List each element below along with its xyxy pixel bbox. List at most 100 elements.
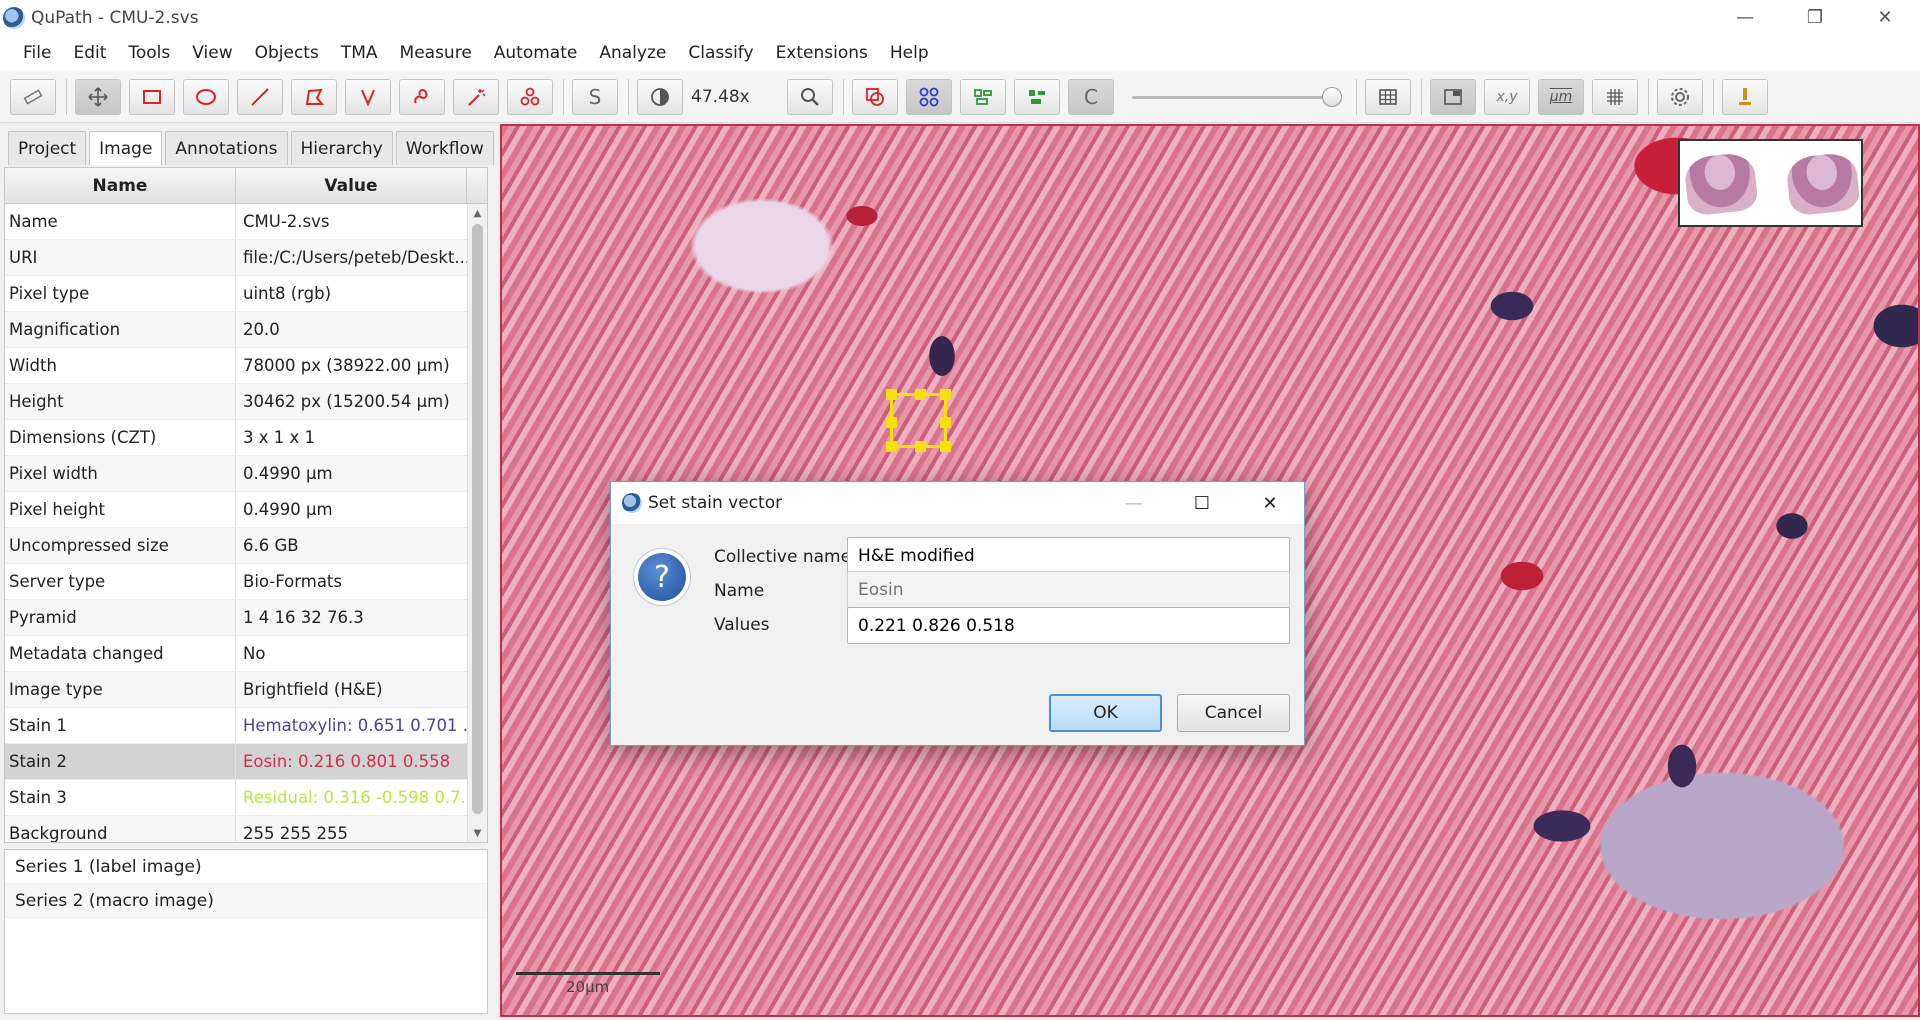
menu-analyze[interactable]: Analyze — [588, 43, 677, 63]
menu-objects[interactable]: Objects — [244, 43, 330, 63]
fill-detections-button[interactable] — [1014, 78, 1060, 115]
table-scrollbar[interactable]: ▲ ▼ — [467, 204, 487, 842]
contrast-icon — [651, 87, 669, 106]
table-row[interactable]: Background 255 255 255 — [5, 816, 487, 842]
dialog-title: Set stain vector — [648, 493, 783, 513]
show-overview-button[interactable] — [1430, 78, 1476, 115]
table-row[interactable]: Pixel height 0.4990 µm — [5, 492, 487, 528]
property-value: 6.6 GB — [243, 536, 299, 555]
minimize-button[interactable]: — — [1710, 0, 1780, 35]
menu-automate[interactable]: Automate — [483, 43, 589, 63]
toolbar: S 47.48x C x,y µm — [0, 71, 1920, 123]
menu-edit[interactable]: Edit — [62, 43, 117, 63]
show-grid-button[interactable] — [1592, 78, 1638, 115]
selection-mode-button[interactable]: S — [572, 78, 618, 115]
measurement-table-button[interactable] — [1365, 78, 1411, 115]
dialog-maximize-button[interactable]: ☐ — [1168, 482, 1236, 524]
brush-tool-button[interactable] — [399, 78, 445, 115]
series-list: Series 1 (label image) Series 2 (macro i… — [4, 849, 488, 1014]
resize-handle[interactable] — [886, 441, 897, 452]
list-item[interactable]: Series 1 (label image) — [5, 850, 487, 884]
column-header-name[interactable]: Name — [5, 168, 236, 203]
table-row[interactable]: Metadata changed No — [5, 636, 487, 672]
ok-button[interactable]: OK — [1049, 694, 1162, 732]
list-item[interactable]: Series 2 (macro image) — [5, 884, 487, 918]
preferences-button[interactable] — [1657, 78, 1703, 115]
tab-workflow[interactable]: Workflow — [395, 131, 494, 165]
show-cursor-location-button[interactable]: x,y — [1484, 78, 1530, 115]
resize-handle[interactable] — [940, 389, 951, 400]
polyline-tool-button[interactable] — [345, 78, 391, 115]
table-row[interactable]: URI file:/C:/Users/peteb/Deskt... — [5, 240, 487, 276]
show-detections-button[interactable] — [960, 78, 1006, 115]
tab-annotations[interactable]: Annotations — [165, 131, 288, 165]
resize-handle[interactable] — [940, 417, 951, 428]
table-row[interactable]: Height 30462 px (15200.54 µm) — [5, 384, 487, 420]
menu-file[interactable]: File — [12, 43, 62, 63]
table-row[interactable]: Pixel type uint8 (rgb) — [5, 276, 487, 312]
log-button[interactable] — [1722, 78, 1768, 115]
tab-project[interactable]: Project — [8, 131, 87, 165]
slider-thumb[interactable] — [1322, 86, 1342, 107]
line-tool-button[interactable] — [237, 78, 283, 115]
property-name: Server type — [5, 564, 236, 599]
ruler-tool-button[interactable] — [10, 78, 56, 115]
column-header-value[interactable]: Value — [236, 168, 467, 203]
menu-measure[interactable]: Measure — [389, 43, 483, 63]
resize-handle[interactable] — [886, 389, 897, 400]
menu-extensions[interactable]: Extensions — [765, 43, 879, 63]
resize-handle[interactable] — [915, 389, 926, 400]
collective-name-input[interactable] — [847, 537, 1290, 574]
menu-help[interactable]: Help — [879, 43, 940, 63]
window-titlebar: QuPath - CMU-2.svs — ❐ ✕ — [0, 0, 1920, 35]
resize-handle[interactable] — [886, 417, 897, 428]
table-row[interactable]: Pixel width 0.4990 µm — [5, 456, 487, 492]
resize-handle[interactable] — [915, 441, 926, 452]
table-row-selected[interactable]: Stain 2 Eosin: 0.216 0.801 0.558 — [5, 744, 487, 780]
tab-hierarchy[interactable]: Hierarchy — [290, 131, 393, 165]
scrollbar-thumb[interactable] — [472, 224, 483, 814]
ellipse-tool-button[interactable] — [183, 78, 229, 115]
show-annotations-button[interactable] — [852, 78, 898, 115]
resize-handle[interactable] — [940, 441, 951, 452]
table-row[interactable]: Width 78000 px (38922.00 µm) — [5, 348, 487, 384]
table-row[interactable]: Name CMU-2.svs — [5, 204, 487, 240]
toolbar-separator — [1713, 78, 1714, 115]
cancel-button[interactable]: Cancel — [1177, 694, 1290, 732]
wand-tool-button[interactable] — [453, 78, 499, 115]
close-button[interactable]: ✕ — [1850, 0, 1920, 35]
menu-tools[interactable]: Tools — [117, 43, 181, 63]
polyline-icon — [361, 89, 375, 107]
table-row[interactable]: Uncompressed size 6.6 GB — [5, 528, 487, 564]
overlay-opacity-slider[interactable] — [1132, 79, 1342, 115]
menu-view[interactable]: View — [181, 43, 243, 63]
tissue-section-thumbnail — [1785, 151, 1861, 217]
restore-button[interactable]: ❐ — [1780, 0, 1850, 35]
show-scalebar-button[interactable]: µm — [1538, 78, 1584, 115]
menu-tma[interactable]: TMA — [330, 43, 389, 63]
show-pixel-classification-button[interactable]: C — [1068, 78, 1114, 115]
table-row[interactable]: Server type Bio-Formats — [5, 564, 487, 600]
table-row[interactable]: Image type Brightfield (H&E) — [5, 672, 487, 708]
rectangle-tool-button[interactable] — [129, 78, 175, 115]
toolbar-separator — [843, 78, 844, 115]
selected-annotation-rectangle[interactable] — [886, 389, 951, 452]
overview-thumbnail[interactable] — [1678, 139, 1863, 227]
menu-classify[interactable]: Classify — [677, 43, 764, 63]
table-row[interactable]: Magnification 20.0 — [5, 312, 487, 348]
table-row[interactable]: Dimensions (CZT) 3 x 1 x 1 — [5, 420, 487, 456]
show-tma-grid-button[interactable] — [906, 78, 952, 115]
scroll-up-icon[interactable]: ▲ — [468, 204, 487, 222]
move-tool-button[interactable] — [75, 78, 121, 115]
points-tool-button[interactable] — [507, 78, 553, 115]
scroll-down-icon[interactable]: ▼ — [468, 824, 487, 842]
zoom-to-fit-button[interactable] — [787, 78, 833, 115]
polygon-tool-button[interactable] — [291, 78, 337, 115]
table-row[interactable]: Stain 1 Hematoxylin: 0.651 0.701 ... — [5, 708, 487, 744]
tab-image[interactable]: Image — [89, 131, 163, 165]
dialog-close-button[interactable]: ✕ — [1236, 482, 1304, 524]
brightness-contrast-button[interactable] — [637, 78, 683, 115]
stain-values-input[interactable] — [847, 607, 1290, 644]
table-row[interactable]: Pyramid 1 4 16 32 76.3 — [5, 600, 487, 636]
table-row[interactable]: Stain 3 Residual: 0.316 -0.598 0.7... — [5, 780, 487, 816]
